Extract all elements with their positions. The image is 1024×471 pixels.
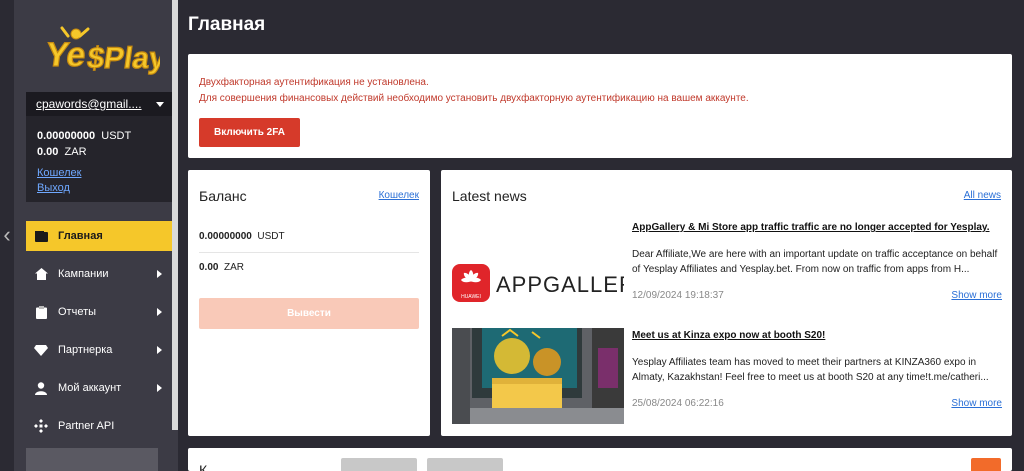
logo-icon: Ye $Play (43, 26, 169, 76)
withdraw-button[interactable]: Вывести (199, 298, 419, 329)
menu-item-home[interactable]: Главная (26, 221, 172, 251)
api-icon (34, 419, 48, 433)
bottom-tab-button[interactable] (427, 458, 503, 471)
news-card: Latest news All news HUAWEI APPGALLERY A… (441, 170, 1012, 436)
balance-row-zar: 0.00 ZAR (199, 262, 419, 273)
account-balance-usdt: 0.00000000 USDT (37, 128, 161, 144)
menu-item-reports[interactable]: Отчеты (26, 297, 172, 327)
menu-item-label: Мой аккаунт (58, 382, 122, 394)
wallet-link[interactable]: Кошелек (37, 166, 161, 181)
account-panel: cpawords@gmail.... 0.00000000 USDT 0.00 … (26, 92, 172, 202)
enable-2fa-button[interactable]: Включить 2FA (199, 118, 300, 147)
news-headline[interactable]: AppGallery & Mi Store app traffic traffi… (632, 222, 990, 233)
balance-currency: ZAR (64, 146, 87, 158)
divider (199, 252, 419, 253)
news-image-appgallery[interactable]: HUAWEI APPGALLERY (452, 242, 624, 338)
menu-item-label: Главная (58, 230, 103, 242)
news-body: Yesplay Affiliates team has moved to mee… (632, 357, 989, 383)
home-icon (34, 267, 48, 281)
menu-item-label: Кампании (58, 268, 109, 280)
sidebar: Ye $Play cpawords@gmail.... 0.00000000 U… (14, 0, 172, 471)
menu-item-campaigns[interactable]: Кампании (26, 259, 172, 289)
huawei-badge-text: HUAWEI (461, 294, 481, 300)
twofa-alert: Двухфакторная аутентификация не установл… (188, 54, 1012, 158)
page-title: Главная (188, 14, 266, 35)
logout-link[interactable]: Выход (37, 181, 161, 196)
sidebar-collapse-button[interactable]: ‹ (0, 222, 14, 248)
balance-currency: ZAR (224, 262, 245, 273)
balance-title: Баланс (199, 188, 247, 204)
caret-down-icon (156, 101, 164, 107)
sidebar-bottom-item[interactable] (26, 448, 158, 471)
chevron-right-icon (157, 308, 162, 316)
bottom-action-button[interactable] (971, 458, 1001, 471)
balance-wallet-link[interactable]: Кошелек (379, 190, 419, 201)
account-balance-zar: 0.00 ZAR (37, 144, 161, 160)
show-more-link[interactable]: Show more (951, 398, 1002, 409)
clipboard-icon (34, 305, 48, 319)
balance-amount: 0.00000000 (199, 231, 252, 242)
balance-card: Баланс Кошелек 0.00000000 USDT 0.00 ZAR … (188, 170, 430, 436)
balance-currency: USDT (257, 231, 285, 242)
all-news-link[interactable]: All news (964, 190, 1001, 201)
diamond-icon (34, 343, 48, 357)
chevron-right-icon (157, 346, 162, 354)
balance-amount: 0.00000000 (37, 130, 96, 142)
menu-item-label: Partner API (58, 420, 115, 432)
bottom-tab-button[interactable] (341, 458, 417, 471)
account-dropdown[interactable]: cpawords@gmail.... (26, 92, 172, 116)
user-icon (34, 381, 48, 395)
news-headline[interactable]: Meet us at Kinza expo now at booth S20! (632, 330, 825, 341)
menu-item-label: Отчеты (58, 306, 97, 318)
menu-item-affiliate[interactable]: Партнерка (26, 335, 172, 365)
chevron-right-icon (157, 384, 162, 392)
news-title: Latest news (452, 188, 527, 204)
balance-row-usdt: 0.00000000 USDT (199, 231, 419, 242)
bottom-card: К (188, 448, 1012, 471)
scrollbar-thumb[interactable] (172, 0, 178, 430)
account-balances: 0.00000000 USDT 0.00 ZAR (26, 128, 172, 160)
bottom-card-title: К (199, 462, 208, 471)
news-image-kinza-expo[interactable] (452, 328, 624, 424)
alert-line-2: Для совершения финансовых действий необх… (199, 93, 749, 104)
balance-amount: 0.00 (37, 146, 59, 158)
menu-item-label: Партнерка (58, 344, 113, 356)
show-more-link[interactable]: Show more (951, 290, 1002, 301)
balance-amount: 0.00 (199, 262, 219, 273)
logo-text-play: $Play (85, 42, 160, 75)
news-date: 12/09/2024 19:18:37 (632, 290, 724, 301)
menu-item-my-account[interactable]: Мой аккаунт (26, 373, 172, 403)
menu-item-partner-api[interactable]: Partner API (26, 411, 172, 441)
wallet-icon (34, 229, 48, 243)
account-email: cpawords@gmail.... (36, 97, 142, 111)
news-date: 25/08/2024 06:22:16 (632, 398, 724, 409)
main-menu: Главная Кампании Отчеты Партнерка Мой ак… (26, 221, 172, 449)
sidebar-scrollbar[interactable] (172, 0, 178, 471)
balance-currency: USDT (101, 130, 132, 142)
yesplay-logo[interactable]: Ye $Play (40, 26, 169, 76)
alert-line-1: Двухфакторная аутентификация не установл… (199, 77, 429, 88)
appgallery-image-text: APPGALLERY (496, 272, 624, 297)
chevron-right-icon (157, 270, 162, 278)
news-body: Dear Affiliate,We are here with an impor… (632, 249, 998, 275)
logo-text-ye: Ye (43, 36, 88, 74)
